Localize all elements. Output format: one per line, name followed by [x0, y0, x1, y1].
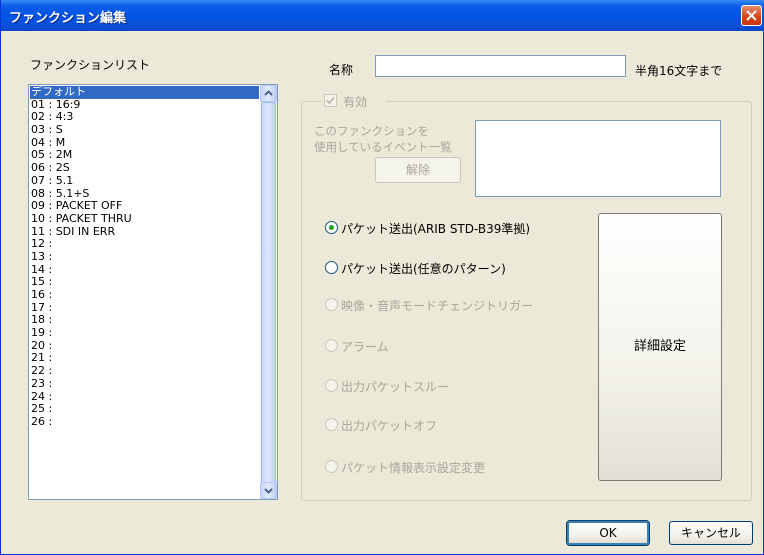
chevron-up-icon — [264, 90, 273, 96]
name-input[interactable] — [375, 55, 626, 77]
scroll-up-button[interactable] — [260, 85, 277, 102]
list-item[interactable]: 13 : — [30, 250, 259, 264]
list-item[interactable]: 18 : — [30, 314, 259, 327]
name-hint: 半角16文字まで — [635, 64, 723, 78]
list-scrollbar[interactable] — [260, 85, 277, 499]
mode-label: パケット情報表示設定変更 — [341, 461, 486, 475]
list-item[interactable]: 10 : PACKET THRU — [30, 212, 259, 226]
close-icon — [746, 10, 757, 21]
list-item[interactable]: 02 : 4:3 — [30, 111, 259, 124]
radio-button[interactable] — [325, 339, 338, 352]
radio-button[interactable] — [325, 221, 338, 234]
enabled-checkbox-row[interactable]: 有効 — [322, 92, 386, 109]
ok-button[interactable]: OK — [566, 520, 650, 546]
list-item[interactable]: 17 : — [30, 301, 259, 315]
function-list-label: ファンクションリスト — [30, 58, 151, 72]
title-bar[interactable]: ファンクション編集 — [1, 0, 764, 31]
list-item[interactable]: 03 : S — [30, 123, 259, 137]
list-item[interactable]: 11 : SDI IN ERR — [30, 225, 259, 239]
list-item[interactable]: 26 : — [30, 415, 259, 429]
list-item[interactable]: 14 : — [30, 263, 259, 277]
mode-option[interactable]: 出力パケットスルー — [325, 378, 585, 394]
close-button[interactable] — [741, 5, 762, 26]
list-item[interactable]: 19 : — [30, 326, 259, 340]
mode-label: パケット送出(任意のパターン) — [341, 262, 506, 276]
list-item[interactable]: 21 : — [30, 352, 259, 365]
remove-button[interactable]: 解除 — [375, 157, 461, 183]
radio-button[interactable] — [325, 379, 338, 392]
events-label-line1: このファンクションを — [314, 124, 429, 138]
function-list: デフォルト 01 : 16:9 02 : 4:3 03 : S 04 : M 05 : 2… — [30, 85, 259, 429]
list-item[interactable]: 06 : 2S — [30, 161, 259, 175]
mode-label: 出力パケットスルー — [341, 380, 450, 394]
detail-settings-button[interactable]: 詳細設定 — [598, 213, 722, 481]
radio-dot-icon — [329, 225, 334, 230]
list-item[interactable]: 12 : — [30, 238, 259, 251]
list-item[interactable]: 16 : — [30, 288, 259, 302]
radio-button[interactable] — [325, 460, 338, 473]
mode-label: パケット送出(ARIB STD-B39準拠) — [341, 222, 531, 236]
mode-label: 出力パケットオフ — [341, 419, 438, 433]
scroll-down-button[interactable] — [260, 482, 277, 499]
list-item[interactable]: 24 : — [30, 390, 259, 404]
list-item[interactable]: 22 : — [30, 364, 259, 378]
function-listbox[interactable]: デフォルト 01 : 16:9 02 : 4:3 03 : S 04 : M 05 : 2… — [28, 84, 278, 500]
mode-option[interactable]: 出力パケットオフ — [325, 417, 585, 433]
enabled-label: 有効 — [343, 95, 368, 109]
mode-option[interactable]: パケット情報表示設定変更 — [325, 459, 585, 475]
mode-label: 映像・音声モードチェンジトリガー — [341, 299, 534, 313]
dialog-window: ファンクション編集 ファンクションリスト デフォルト 01 : 16:9 02 : … — [0, 0, 764, 555]
mode-label: アラーム — [341, 340, 389, 354]
radio-button[interactable] — [325, 261, 338, 274]
list-item[interactable]: 15 : — [30, 276, 259, 289]
cancel-button[interactable]: キャンセル — [669, 521, 753, 545]
window-title: ファンクション編集 — [9, 11, 127, 26]
list-item[interactable]: 09 : PACKET OFF — [30, 199, 259, 213]
name-label: 名称 — [329, 63, 354, 77]
list-item[interactable]: 25 : — [30, 402, 259, 416]
mode-option[interactable]: パケット送出(任意のパターン) — [325, 260, 585, 276]
list-item[interactable]: 07 : 5.1 — [30, 174, 259, 188]
list-item[interactable]: デフォルト — [30, 85, 259, 99]
events-label-line2: 使用しているイベント一覧 — [314, 140, 452, 154]
scroll-thumb[interactable] — [261, 102, 276, 498]
list-item[interactable]: 23 : — [30, 377, 259, 391]
list-item[interactable]: 20 : — [30, 339, 259, 353]
events-listbox[interactable] — [475, 120, 721, 197]
mode-option[interactable]: パケット送出(ARIB STD-B39準拠) — [325, 220, 585, 236]
check-icon — [326, 96, 335, 105]
enabled-checkbox[interactable] — [324, 94, 337, 107]
chevron-down-icon — [264, 488, 273, 494]
radio-button[interactable] — [325, 418, 338, 431]
mode-option[interactable]: 映像・音声モードチェンジトリガー — [325, 297, 585, 313]
mode-option[interactable]: アラーム — [325, 338, 585, 354]
radio-button[interactable] — [325, 298, 338, 311]
